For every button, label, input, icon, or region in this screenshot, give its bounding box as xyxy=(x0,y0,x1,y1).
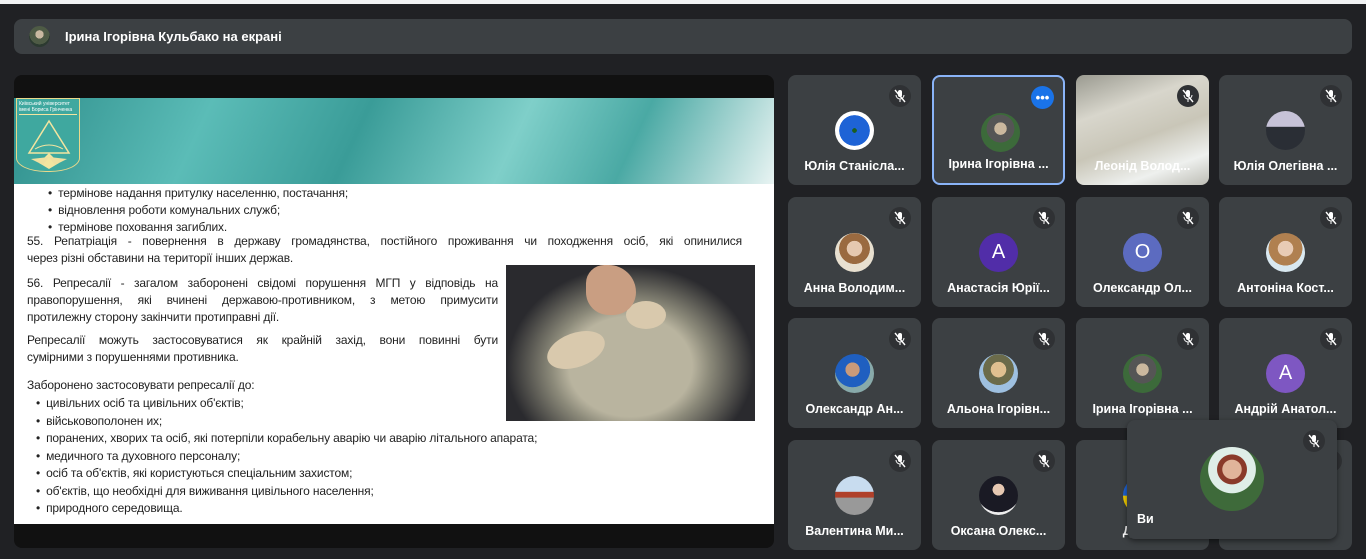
self-view-tile[interactable]: Ви xyxy=(1127,420,1337,539)
mic-off-icon xyxy=(1033,450,1055,472)
participant-tile[interactable]: Леонід Волод... xyxy=(1076,75,1209,185)
presentation-slide: Київський університет імені Бориса Грінч… xyxy=(14,98,774,524)
participant-avatar xyxy=(1266,233,1305,272)
slide-forbidden-heading: Заборонено застосовувати репресалії до: xyxy=(27,378,255,392)
slide-header-banner: Київський університет імені Бориса Грінч… xyxy=(14,98,774,184)
browser-top-strip xyxy=(0,0,1366,4)
participant-avatar xyxy=(979,476,1018,515)
coins-photo xyxy=(506,265,755,421)
slide-bullet: медичного та духовного персоналу; xyxy=(36,448,240,465)
self-name: Ви xyxy=(1137,512,1154,526)
mic-off-icon xyxy=(1320,328,1342,350)
self-avatar xyxy=(1200,447,1264,511)
participant-avatar: А xyxy=(1266,354,1305,393)
mic-off-icon xyxy=(1033,207,1055,229)
mic-off-icon xyxy=(1177,85,1199,107)
slide-paragraph-56: 56. Репресалії - загалом заборонені свід… xyxy=(27,276,498,290)
participant-avatar xyxy=(835,233,874,272)
slide-bullet: природного середовища. xyxy=(36,500,183,517)
slide-paragraph-55: 55. Репатріація - повернення в державу г… xyxy=(27,234,742,248)
slide-bullet: осіб та об'єктів, які користуються спеці… xyxy=(36,465,352,482)
university-logo: Київський університет імені Бориса Грінч… xyxy=(16,98,80,172)
participant-tile[interactable]: Оксана Олекс... xyxy=(932,440,1065,550)
screen-share-panel[interactable]: Київський університет імені Бориса Грінч… xyxy=(14,75,774,548)
participant-tile[interactable]: Альона Ігорівн... xyxy=(932,318,1065,428)
participant-tile[interactable]: Олександр Ан... xyxy=(788,318,921,428)
mic-off-icon xyxy=(889,328,911,350)
participant-name: Ірина Ігорівна ... xyxy=(948,157,1049,171)
slide-paragraph-reprisals: сумірними з порушеннями противника. xyxy=(27,350,239,364)
participant-name: Леонід Волод... xyxy=(1094,159,1191,173)
participant-name: Олександр Ан... xyxy=(805,402,904,416)
participant-name: Олександр Ол... xyxy=(1093,281,1192,295)
slide-bullet: військовополонен их; xyxy=(36,413,162,430)
mic-off-icon xyxy=(1320,207,1342,229)
participant-avatar xyxy=(979,354,1018,393)
participant-tile[interactable]: А Анастасія Юрії... xyxy=(932,197,1065,307)
mic-off-icon xyxy=(1177,207,1199,229)
slide-bullet: об'єктів, що необхідні для виживання цив… xyxy=(36,483,374,500)
participant-tile[interactable]: Юлія Олегівна ... xyxy=(1219,75,1352,185)
mic-off-icon xyxy=(1320,85,1342,107)
participant-avatar xyxy=(835,476,874,515)
participant-avatar: О xyxy=(1123,233,1162,272)
participant-tile[interactable]: О Олександр Ол... xyxy=(1076,197,1209,307)
participant-avatar xyxy=(1266,111,1305,150)
participant-name: Оксана Олекс... xyxy=(950,524,1047,538)
participant-name: Валентина Ми... xyxy=(805,524,904,538)
participant-tile[interactable]: А Андрій Анатол... xyxy=(1219,318,1352,428)
participant-name: Антоніна Кост... xyxy=(1237,281,1334,295)
more-options-button[interactable]: ••• xyxy=(1031,86,1054,109)
participant-tile[interactable]: ••• Ірина Ігорівна ... xyxy=(932,75,1065,185)
participant-tile[interactable]: Анна Володим... xyxy=(788,197,921,307)
mic-off-icon xyxy=(1033,328,1055,350)
participant-name: Анна Володим... xyxy=(803,281,906,295)
participant-name: Андрій Анатол... xyxy=(1234,402,1337,416)
participant-tile[interactable]: Антоніна Кост... xyxy=(1219,197,1352,307)
participant-name: Альона Ігорівн... xyxy=(946,402,1051,416)
presenting-text: Ірина Ігорівна Кульбако на екрані xyxy=(65,29,282,44)
slide-bullet: відновлення роботи комунальних служб; xyxy=(48,202,280,219)
participant-name: Анастасія Юрії... xyxy=(947,281,1050,295)
participant-tile[interactable]: Юлія Станісла... xyxy=(788,75,921,185)
slide-bullet: термінове надання притулку населенню, по… xyxy=(48,185,348,202)
participant-avatar xyxy=(835,354,874,393)
slide-bullet: цивільних осіб та цивільних об'єктів; xyxy=(36,395,244,412)
presenting-banner: Ірина Ігорівна Кульбако на екрані xyxy=(14,19,1352,54)
slide-paragraph-56: правопорушення, які вчинені державою-про… xyxy=(27,293,498,307)
slide-paragraph-reprisals: Репресалії можуть застосовуватися як кра… xyxy=(27,333,498,347)
logo-text: Київський університет імені Бориса Грінч… xyxy=(19,101,77,115)
mic-off-icon xyxy=(1303,430,1325,452)
mic-off-icon xyxy=(1177,328,1199,350)
participant-tile[interactable]: Валентина Ми... xyxy=(788,440,921,550)
slide-paragraph-56: протилежну сторону закінчити протиправні… xyxy=(27,310,280,324)
participant-avatar xyxy=(981,113,1020,152)
mic-off-icon xyxy=(889,207,911,229)
mic-off-icon xyxy=(889,85,911,107)
participant-avatar xyxy=(835,111,874,150)
mic-off-icon xyxy=(889,450,911,472)
slide-paragraph-55-cont: через різні обставини на території інших… xyxy=(27,251,294,265)
participant-name: Ірина Ігорівна ... xyxy=(1092,402,1193,416)
participant-tile[interactable]: Ірина Ігорівна ... xyxy=(1076,318,1209,428)
participant-avatar: А xyxy=(979,233,1018,272)
participant-avatar xyxy=(1123,354,1162,393)
participant-name: Юлія Станісла... xyxy=(804,159,905,173)
presenter-avatar xyxy=(29,26,50,47)
participant-name: Юлія Олегівна ... xyxy=(1233,159,1338,173)
slide-bullet: поранених, хворих та осіб, які потерпіли… xyxy=(36,430,537,447)
